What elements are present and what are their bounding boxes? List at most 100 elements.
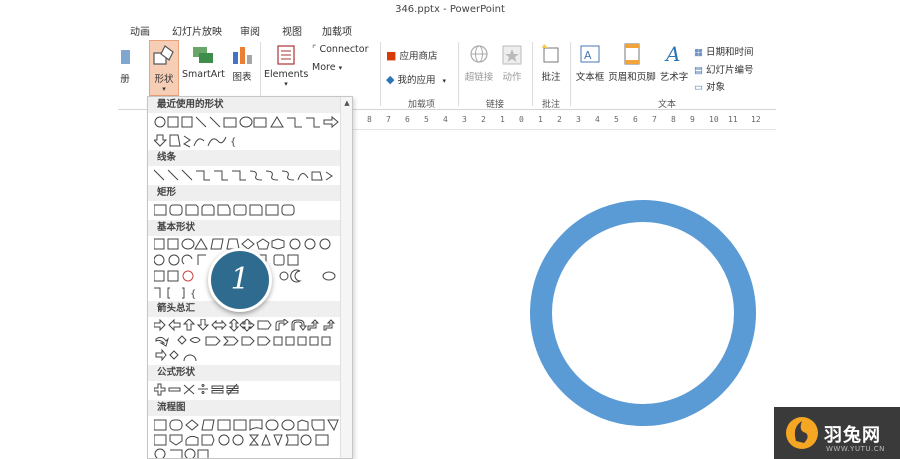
- shapes-button[interactable]: 形状 ▾: [149, 40, 179, 96]
- header-footer-button[interactable]: 页眉和页脚: [608, 42, 656, 83]
- slide-number-button[interactable]: ▤ 幻灯片编号: [694, 62, 754, 76]
- watermark-logo: 羽兔网 WWW.YUTU.CN: [774, 407, 900, 459]
- ruler-tick: 8: [671, 115, 676, 124]
- ring-shape[interactable]: [353, 131, 776, 459]
- calendar-icon: ▦: [694, 47, 703, 58]
- donut-ring[interactable]: [530, 200, 756, 426]
- divider: [570, 42, 571, 106]
- elements-label: Elements: [264, 69, 309, 80]
- tab-review[interactable]: 审阅: [240, 23, 260, 38]
- watermark-url: WWW.YUTU.CN: [826, 445, 885, 453]
- ruler-tick: 7: [652, 115, 657, 124]
- recent-shapes-row[interactable]: {: [154, 115, 344, 149]
- object-button[interactable]: ▭ 对象: [694, 79, 725, 93]
- shapes-icon: [153, 45, 174, 65]
- action-label: 动作: [502, 72, 522, 83]
- slide-number-icon: ▤: [694, 65, 703, 76]
- chevron-down-icon: ▾: [338, 64, 343, 72]
- svg-text:{: {: [230, 137, 236, 148]
- lines-row[interactable]: [154, 168, 344, 182]
- ruler-tick: 1: [538, 115, 543, 124]
- ruler-tick: 3: [576, 115, 581, 124]
- ruler-tick: 5: [424, 115, 429, 124]
- app-store-label: 应用商店: [399, 51, 438, 62]
- ribbon-tabs: 动画 幻灯片放映 审阅 视图 加载项: [0, 20, 776, 38]
- svg-text:A: A: [584, 49, 592, 62]
- scroll-up-icon[interactable]: ▲: [341, 97, 352, 109]
- block-arrows-grid[interactable]: [154, 319, 344, 365]
- svg-text:{: {: [190, 289, 196, 300]
- header-footer-label: 页眉和页脚: [608, 72, 656, 83]
- hyperlink-button[interactable]: 超链接: [462, 44, 496, 83]
- header-footer-icon: [624, 43, 640, 65]
- ruler-tick: 10: [709, 115, 719, 124]
- ruler-tick: 6: [633, 115, 638, 124]
- ruler-tick: 3: [462, 115, 467, 124]
- globe-link-icon: [470, 45, 488, 63]
- comment-icon: [542, 44, 559, 63]
- connector-label: Connector: [319, 44, 369, 55]
- shapes-label: 形状: [154, 74, 174, 85]
- category-flowchart: 流程图: [148, 400, 342, 416]
- group-label-text: 文本: [658, 100, 677, 110]
- action-button[interactable]: 动作: [498, 44, 526, 83]
- group-label-addins: 加载项: [408, 100, 436, 110]
- horizontal-ruler: 8 7 6 5 4 3 2 1 0 1 2 3 4 5 6 7 8 9 10 1…: [353, 112, 776, 130]
- rabbit-logo-icon: [786, 417, 818, 449]
- hyperlink-label: 超链接: [464, 72, 494, 83]
- date-time-button[interactable]: ▦ 日期和时间: [694, 44, 754, 58]
- wordart-label: 艺术字: [659, 72, 689, 83]
- textbox-icon: A: [580, 45, 600, 63]
- divider: [532, 42, 533, 106]
- tab-animations[interactable]: 动画: [130, 23, 150, 38]
- equation-shapes-row[interactable]: [154, 383, 344, 397]
- date-time-label: 日期和时间: [706, 47, 754, 58]
- wordart-icon: A: [664, 42, 680, 66]
- ruler-tick: 2: [481, 115, 486, 124]
- divider: [458, 42, 459, 106]
- textbox-button[interactable]: A 文本框: [574, 42, 606, 83]
- chart-button[interactable]: 图表: [228, 44, 256, 83]
- title-bar: 346.pptx - PowerPoint: [0, 0, 900, 20]
- ruler-tick: 5: [614, 115, 619, 124]
- ruler-tick: 0: [519, 115, 524, 124]
- chevron-down-icon: ▾: [284, 80, 288, 88]
- tab-addins[interactable]: 加载项: [322, 23, 352, 38]
- slide-canvas[interactable]: [353, 131, 776, 459]
- category-recent-shapes: 最近使用的形状: [148, 97, 342, 113]
- watermark-brand: 羽兔网: [824, 425, 881, 446]
- rectangles-row[interactable]: [154, 203, 344, 217]
- category-equation-shapes: 公式形状: [148, 365, 342, 381]
- divider: [380, 42, 381, 106]
- chevron-down-icon: ▾: [442, 77, 447, 85]
- slide-number-label: 幻灯片编号: [706, 65, 754, 76]
- window-title: 346.pptx - PowerPoint: [395, 4, 505, 15]
- more-button[interactable]: More ▾: [312, 62, 342, 73]
- smartart-button[interactable]: SmartArt: [182, 44, 225, 80]
- ruler-tick: 12: [751, 115, 761, 124]
- bar-chart-icon: [233, 47, 252, 64]
- smartart-label: SmartArt: [182, 69, 225, 80]
- comment-label: 批注: [541, 72, 561, 83]
- comment-button[interactable]: 批注: [536, 42, 566, 83]
- album-label: 册: [120, 74, 130, 85]
- app-store-button[interactable]: ■ 应用商店: [386, 48, 437, 62]
- elements-icon: [277, 45, 295, 65]
- elements-button[interactable]: Elements ▾: [264, 44, 308, 88]
- ruler-tick: 2: [557, 115, 562, 124]
- my-apps-button[interactable]: ◆ 我的应用 ▾: [386, 72, 446, 86]
- category-lines: 线条: [148, 150, 342, 166]
- tab-slideshow[interactable]: 幻灯片放映: [172, 23, 222, 38]
- connector-button[interactable]: ⌜ Connector: [312, 44, 368, 55]
- gallery-scrollbar[interactable]: ▲: [340, 97, 352, 458]
- ruler-tick: 9: [690, 115, 695, 124]
- connector-icon: ⌜: [312, 44, 317, 55]
- flowchart-grid[interactable]: [154, 418, 344, 459]
- album-button[interactable]: 册: [118, 46, 132, 85]
- chart-label: 图表: [232, 72, 252, 83]
- tab-view[interactable]: 视图: [282, 23, 302, 38]
- group-label-links: 链接: [486, 100, 505, 110]
- wordart-button[interactable]: A 艺术字: [658, 42, 690, 83]
- group-label-comments: 批注: [542, 100, 561, 110]
- step-callout-badge: 1: [208, 248, 272, 312]
